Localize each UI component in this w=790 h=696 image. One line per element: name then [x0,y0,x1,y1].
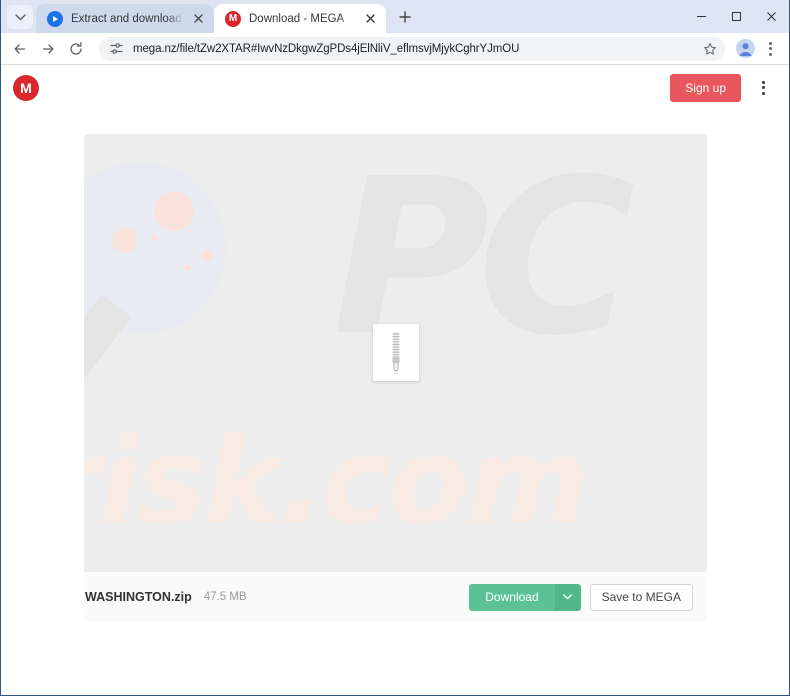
menu-dot [761,80,765,84]
file-download-card: PC risk.com WASHINGTON.zip 47.5 MB Downl… [84,134,707,622]
menu-dot [761,86,765,89]
plus-icon [399,11,411,23]
zip-file-icon [372,324,419,381]
tab-extract-download-audio[interactable]: Extract and download audio an [36,4,214,33]
magnifier-handle [84,294,132,420]
address-bar[interactable]: mega.nz/file/tZw2XTAR#IwvNzDkgwZgPDs4jEl… [99,36,725,61]
file-info-row: WASHINGTON.zip 47.5 MB Download Save to … [84,571,707,622]
watermark-bubble [151,234,158,241]
forward-arrow-icon [42,43,54,54]
mega-logo[interactable]: M [13,74,39,101]
new-tab-button[interactable] [392,4,418,30]
tab-close-button[interactable] [190,11,206,27]
watermark-domain-text: risk.com [84,412,589,550]
minimize-icon [697,15,706,17]
magnifier-icon [84,162,226,334]
menu-dot [768,41,772,45]
reload-icon [70,41,82,55]
site-settings-icon[interactable] [108,40,125,57]
download-button[interactable]: Download [469,583,555,611]
sign-up-button[interactable]: Sign up [670,73,741,102]
maximize-icon [732,11,741,21]
maximize-button[interactable] [719,0,754,32]
watermark-bubble [112,228,137,253]
browser-toolbar: mega.nz/file/tZw2XTAR#IwvNzDkgwZgPDs4jEl… [1,33,789,64]
tune-icon [110,43,123,54]
window-controls [684,0,789,32]
browser-menu-button[interactable] [759,37,781,61]
chevron-down-icon [14,13,26,21]
zipper-glyph [391,331,400,374]
file-name: WASHINGTON.zip [85,590,192,604]
minimize-button[interactable] [684,0,719,32]
mega-site-header: M Sign up [1,65,789,110]
file-size: 47.5 MB [203,591,247,603]
chevron-down-icon [563,594,573,600]
url-text: mega.nz/file/tZw2XTAR#IwvNzDkgwZgPDs4jEl… [133,42,520,55]
download-button-group: Download [469,583,581,611]
watermark-bubble [201,249,213,261]
tab-close-button[interactable] [362,11,378,27]
menu-dot [761,91,765,95]
back-arrow-icon [14,43,26,54]
tab-download-mega[interactable]: M Download - MEGA [214,4,386,33]
save-to-mega-button[interactable]: Save to MEGA [589,583,693,611]
tab-search-button[interactable] [7,5,33,29]
tab-title: Download - MEGA [249,12,345,25]
profile-button[interactable] [733,37,757,61]
browser-window: Extract and download audio an M Download… [0,0,790,696]
star-icon [704,42,716,55]
download-options-button[interactable] [554,583,581,611]
close-icon [767,11,776,21]
reload-button[interactable] [63,36,89,62]
watermark-bubble [154,191,194,231]
bookmark-button[interactable] [699,38,721,60]
close-icon [193,14,203,23]
close-icon [365,14,375,23]
play-circle-icon [47,10,63,27]
mega-m-icon: M [225,10,241,27]
file-preview-area: PC risk.com [84,134,707,571]
site-menu-button[interactable] [751,75,775,101]
page-content: M Sign up PC risk.com WASHINGTON.zip 47.… [1,65,789,695]
tab-title: Extract and download audio an [71,12,184,25]
menu-dot [768,47,772,50]
forward-button[interactable] [35,36,61,62]
menu-dot [768,52,772,56]
account-avatar-icon [735,39,755,58]
back-button[interactable] [7,36,33,62]
watermark-bubble [184,264,191,271]
mega-logo-letter: M [20,79,32,96]
close-window-button[interactable] [754,0,789,32]
tab-strip: Extract and download audio an M Download… [1,0,789,33]
